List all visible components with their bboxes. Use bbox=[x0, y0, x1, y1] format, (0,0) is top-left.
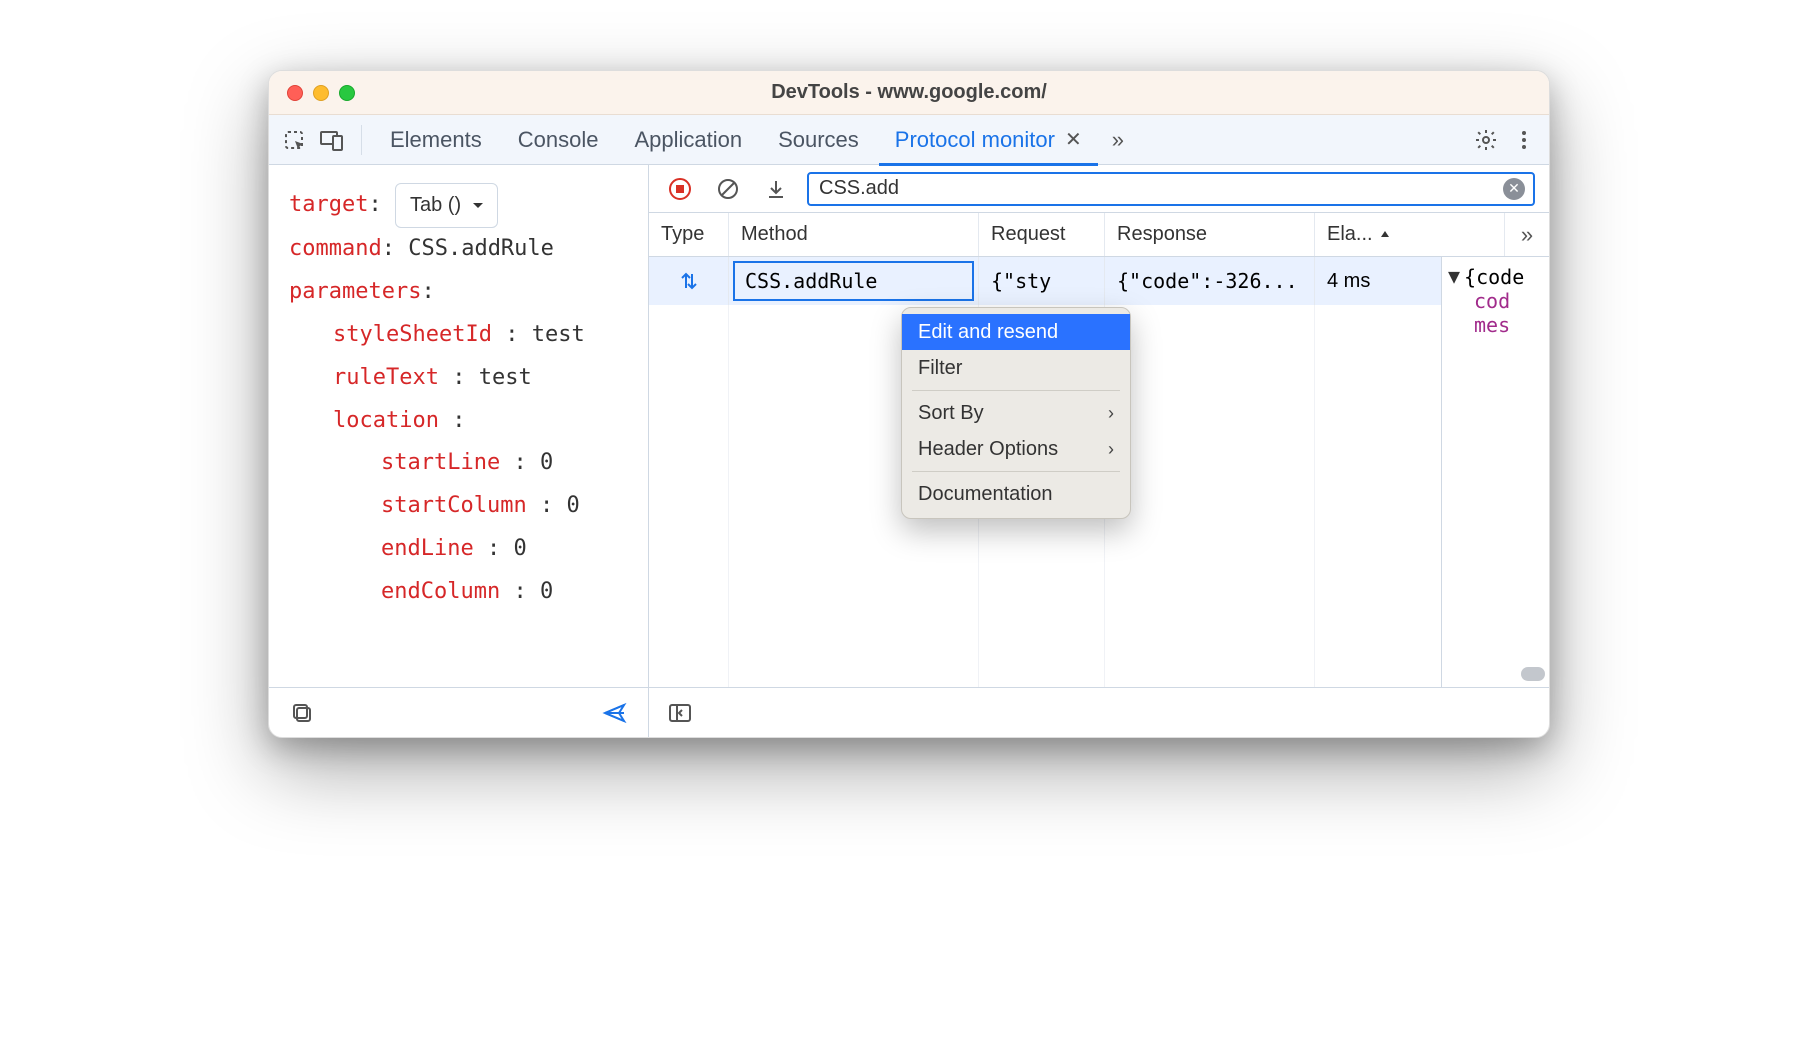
tab-sources[interactable]: Sources bbox=[762, 115, 875, 165]
param-value: 0 bbox=[540, 579, 553, 604]
command-label: command bbox=[289, 236, 382, 261]
target-select-value: Tab () bbox=[410, 186, 461, 225]
ctx-header-options-label: Header Options bbox=[918, 438, 1058, 461]
chevron-right-icon: › bbox=[1108, 403, 1114, 424]
param-value: test bbox=[479, 365, 532, 390]
param-value: test bbox=[532, 322, 585, 347]
tab-elements[interactable]: Elements bbox=[374, 115, 498, 165]
scrollbar-thumb[interactable] bbox=[1521, 667, 1545, 681]
param-key: styleSheetId bbox=[333, 322, 492, 347]
header-elapsed-label: Ela... bbox=[1327, 223, 1373, 246]
cell-type bbox=[649, 257, 729, 305]
target-select[interactable]: Tab () bbox=[395, 183, 498, 228]
table-row[interactable]: CSS.addRule {"sty {"code":-326... 4 ms bbox=[649, 257, 1549, 305]
context-menu: Edit and resend Filter Sort By › Header … bbox=[901, 307, 1131, 519]
command-value: CSS.addRule bbox=[408, 236, 554, 261]
tab-protocol-monitor-label: Protocol monitor bbox=[895, 127, 1055, 153]
record-button[interactable] bbox=[663, 172, 697, 206]
devtools-window: DevTools - www.google.com/ Elements Cons… bbox=[268, 70, 1550, 738]
cell-method: CSS.addRule bbox=[729, 257, 979, 305]
detail-line: {code bbox=[1464, 265, 1524, 289]
protocol-toolbar: CSS.add ✕ bbox=[649, 165, 1549, 213]
method-chip: CSS.addRule bbox=[733, 261, 974, 301]
ctx-sort-by-label: Sort By bbox=[918, 402, 984, 425]
close-tab-icon[interactable]: ✕ bbox=[1065, 127, 1082, 152]
ctx-separator bbox=[912, 471, 1120, 472]
separator bbox=[361, 125, 362, 155]
chevron-down-icon bbox=[471, 201, 485, 211]
clear-button[interactable] bbox=[711, 172, 745, 206]
header-elapsed[interactable]: Ela... bbox=[1315, 213, 1505, 256]
header-response[interactable]: Response bbox=[1105, 213, 1315, 256]
titlebar: DevTools - www.google.com/ bbox=[269, 71, 1549, 115]
clear-filter-icon[interactable]: ✕ bbox=[1503, 178, 1525, 200]
cell-request: {"sty bbox=[979, 257, 1105, 305]
disclosure-triangle-icon[interactable]: ▼ bbox=[1448, 264, 1460, 288]
ctx-edit-resend[interactable]: Edit and resend bbox=[902, 314, 1130, 350]
param-key: endLine bbox=[381, 536, 474, 561]
toggle-sidebar-icon[interactable] bbox=[663, 696, 697, 730]
detail-key: cod bbox=[1474, 289, 1510, 313]
param-value: 0 bbox=[540, 450, 553, 475]
ctx-header-options[interactable]: Header Options › bbox=[902, 431, 1130, 467]
param-value: 0 bbox=[513, 536, 526, 561]
detail-pane[interactable]: ▼{code cod mes bbox=[1441, 257, 1549, 687]
ctx-filter[interactable]: Filter bbox=[902, 350, 1130, 386]
command-editor-panel: target: Tab () command: CSS.addRule para… bbox=[269, 165, 649, 737]
command-editor-footer bbox=[269, 687, 648, 737]
tab-protocol-monitor[interactable]: Protocol monitor ✕ bbox=[879, 115, 1098, 165]
header-request[interactable]: Request bbox=[979, 213, 1105, 256]
parameters-label: parameters bbox=[289, 279, 421, 304]
sort-asc-icon bbox=[1379, 229, 1391, 241]
param-key: endColumn bbox=[381, 579, 500, 604]
more-tabs-icon[interactable]: » bbox=[1102, 127, 1134, 153]
more-columns-icon[interactable]: » bbox=[1505, 213, 1549, 256]
protocol-footer bbox=[649, 687, 1549, 737]
header-type[interactable]: Type bbox=[649, 213, 729, 256]
save-button[interactable] bbox=[759, 172, 793, 206]
bidirectional-icon bbox=[678, 270, 700, 292]
send-command-button[interactable] bbox=[598, 696, 632, 730]
window-title: DevTools - www.google.com/ bbox=[269, 81, 1549, 104]
param-key: startLine bbox=[381, 450, 500, 475]
filter-input-value: CSS.add bbox=[819, 177, 1495, 200]
devtools-tabbar: Elements Console Application Sources Pro… bbox=[269, 115, 1549, 165]
ctx-documentation[interactable]: Documentation bbox=[902, 476, 1130, 512]
detail-key: mes bbox=[1474, 313, 1510, 337]
ctx-separator bbox=[912, 390, 1120, 391]
tab-application[interactable]: Application bbox=[618, 115, 758, 165]
table-header: Type Method Request Response Ela... » bbox=[649, 213, 1549, 257]
protocol-log-panel: CSS.add ✕ Type Method Request Response E… bbox=[649, 165, 1549, 737]
device-toggle-icon[interactable] bbox=[315, 123, 349, 157]
filter-input[interactable]: CSS.add ✕ bbox=[807, 172, 1535, 206]
settings-icon[interactable] bbox=[1469, 123, 1503, 157]
inspect-icon[interactable] bbox=[277, 123, 311, 157]
param-value: 0 bbox=[566, 493, 579, 518]
tab-console[interactable]: Console bbox=[502, 115, 615, 165]
copy-icon[interactable] bbox=[285, 696, 319, 730]
header-method[interactable]: Method bbox=[729, 213, 979, 256]
kebab-menu-icon[interactable] bbox=[1507, 123, 1541, 157]
chevron-right-icon: › bbox=[1108, 439, 1114, 460]
param-key: startColumn bbox=[381, 493, 527, 518]
param-key: location bbox=[333, 408, 439, 433]
target-label: target bbox=[289, 192, 368, 217]
param-key: ruleText bbox=[333, 365, 439, 390]
ctx-sort-by[interactable]: Sort By › bbox=[902, 395, 1130, 431]
cell-response: {"code":-326... bbox=[1105, 257, 1315, 305]
